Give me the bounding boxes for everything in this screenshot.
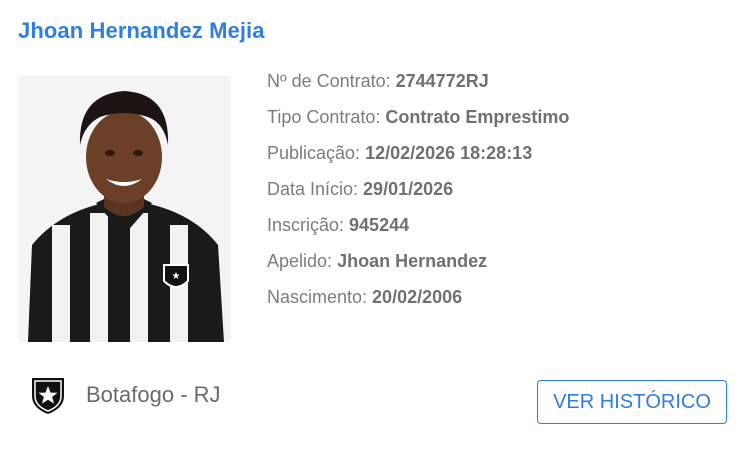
contract-number-value: 2744772RJ: [395, 71, 489, 91]
contract-type-label: Tipo Contrato:: [267, 107, 386, 127]
botafogo-star-shield-icon: [32, 378, 64, 414]
view-history-button[interactable]: VER HISTÓRICO: [537, 380, 727, 424]
birth-date-row: Nascimento: 20/02/2006: [267, 286, 569, 322]
nickname-label: Apelido:: [267, 251, 338, 271]
registration-label: Inscrição:: [267, 215, 350, 235]
registration-row: Inscrição: 945244: [267, 214, 569, 250]
start-date-value: 29/01/2026: [363, 179, 454, 199]
nickname-value: Jhoan Hernandez: [337, 251, 488, 271]
start-date-label: Data Início:: [267, 179, 364, 199]
publication-row: Publicação: 12/02/2026 18:28:13: [267, 142, 569, 178]
birth-date-value: 20/02/2006: [372, 287, 463, 307]
club-name: Botafogo - RJ: [86, 382, 221, 407]
contract-details: Nº de Contrato: 2744772RJ Tipo Contrato:…: [267, 70, 569, 322]
start-date-row: Data Início: 29/01/2026: [267, 178, 569, 214]
contract-number-label: Nº de Contrato:: [267, 71, 396, 91]
publication-value: 12/02/2026 18:28:13: [365, 143, 533, 163]
player-photo: ★: [18, 75, 231, 342]
svg-text:★: ★: [172, 271, 181, 282]
club-info: Botafogo - RJ: [28, 374, 221, 416]
publication-label: Publicação:: [267, 143, 366, 163]
contract-type-row: Tipo Contrato: Contrato Emprestimo: [267, 106, 569, 142]
birth-date-label: Nascimento:: [267, 287, 373, 307]
contract-number-row: Nº de Contrato: 2744772RJ: [267, 70, 569, 106]
nickname-row: Apelido: Jhoan Hernandez: [267, 250, 569, 286]
contract-type-value: Contrato Emprestimo: [385, 107, 570, 127]
registration-value: 945244: [349, 215, 410, 235]
player-name: Jhoan Hernandez Mejia: [18, 18, 265, 43]
